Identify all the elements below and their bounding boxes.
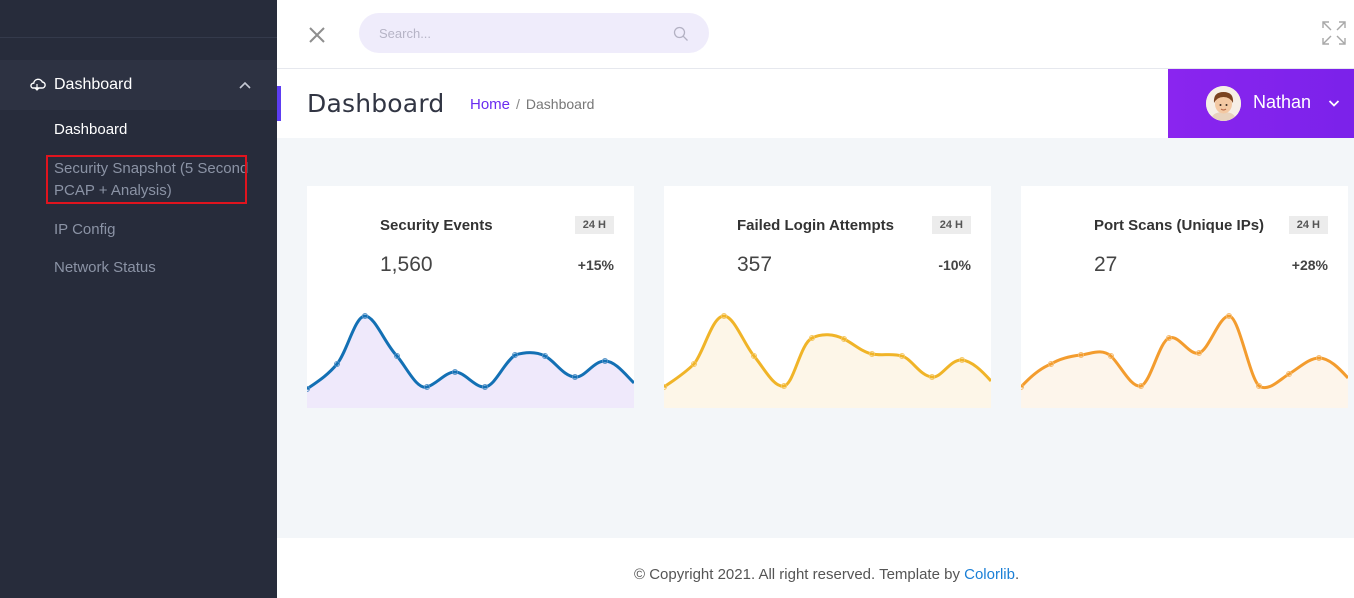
breadcrumb-current: Dashboard bbox=[525, 96, 595, 112]
sparkline-area bbox=[664, 316, 991, 408]
footer: © Copyright 2021. All right reserved. Te… bbox=[277, 538, 1354, 598]
sidebar-section-dashboard[interactable]: Dashboard bbox=[0, 60, 277, 110]
cloud-icon bbox=[30, 78, 46, 91]
stat-card-port-scans: Port Scans (Unique IPs) 24 H 27 +28% bbox=[1021, 186, 1348, 408]
time-badge: 24 H bbox=[931, 216, 971, 234]
time-badge: 24 H bbox=[1288, 216, 1328, 234]
title-accent-bar bbox=[277, 86, 281, 121]
time-badge: 24 H bbox=[574, 216, 614, 234]
sidebar-item-network-status[interactable]: Network Status bbox=[54, 257, 156, 279]
highlight-box bbox=[46, 155, 247, 204]
search-bar bbox=[359, 13, 709, 53]
breadcrumb-home-link[interactable]: Home bbox=[470, 96, 510, 113]
card-title: Security Events bbox=[380, 217, 493, 234]
search-icon[interactable] bbox=[673, 26, 689, 42]
sidebar: Dashboard Dashboard Security Snapshot (5… bbox=[0, 0, 277, 598]
sparkline-chart bbox=[1021, 313, 1348, 408]
stat-card-failed-logins: Failed Login Attempts 24 H 357 -10% bbox=[664, 186, 991, 408]
sidebar-item-dashboard[interactable]: Dashboard bbox=[54, 119, 127, 141]
card-value: 357 bbox=[737, 253, 773, 276]
copyright-text: © Copyright 2021. All right reserved. Te… bbox=[634, 566, 965, 583]
breadcrumb: Home / Dashboard bbox=[470, 96, 594, 113]
search-input[interactable] bbox=[379, 23, 659, 43]
footer-suffix: . bbox=[1014, 566, 1020, 583]
chevron-up-icon[interactable] bbox=[238, 80, 252, 90]
page-header: Dashboard Home / Dashboard Nathan bbox=[277, 69, 1354, 138]
sparkline-chart bbox=[307, 313, 634, 408]
breadcrumb-separator: / bbox=[516, 96, 520, 112]
close-icon[interactable] bbox=[307, 25, 327, 45]
card-title: Port Scans (Unique IPs) bbox=[1094, 217, 1265, 234]
card-change: +28% bbox=[1291, 257, 1328, 273]
footer-text: © Copyright 2021. All right reserved. Te… bbox=[634, 566, 1019, 583]
avatar bbox=[1206, 86, 1241, 121]
main-content: Security Events 24 H 1,560 +15% Failed L… bbox=[277, 138, 1354, 538]
avatar-icon bbox=[1206, 86, 1241, 121]
sparkline-area bbox=[307, 316, 634, 408]
card-change: -10% bbox=[938, 257, 971, 273]
fullscreen-icon[interactable] bbox=[1321, 20, 1347, 46]
sidebar-section-label: Dashboard bbox=[54, 76, 133, 93]
topbar bbox=[277, 0, 1354, 69]
sparkline-chart bbox=[664, 313, 991, 408]
card-change: +15% bbox=[577, 257, 614, 273]
card-title: Failed Login Attempts bbox=[737, 217, 894, 234]
user-name: Nathan bbox=[1253, 92, 1312, 112]
chevron-down-icon bbox=[1328, 100, 1340, 107]
sidebar-divider bbox=[0, 37, 277, 38]
card-value: 27 bbox=[1094, 253, 1118, 276]
user-menu[interactable]: Nathan bbox=[1168, 69, 1354, 138]
colorlib-link[interactable]: Colorlib bbox=[964, 566, 1015, 583]
sparkline-area bbox=[1021, 316, 1348, 408]
card-value: 1,560 bbox=[380, 253, 433, 276]
page-title: Dashboard bbox=[307, 89, 445, 118]
sidebar-item-ip-config[interactable]: IP Config bbox=[54, 219, 115, 241]
stat-card-security-events: Security Events 24 H 1,560 +15% bbox=[307, 186, 634, 408]
